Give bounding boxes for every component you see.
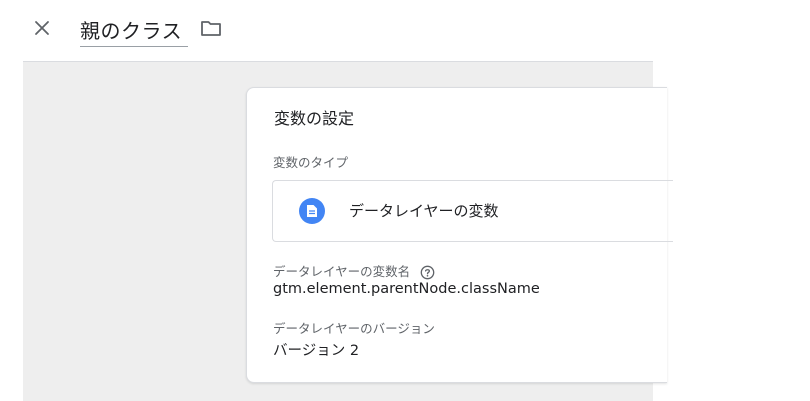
dlv-version-value: バージョン 2 [273,343,360,359]
dlv-version-label: データレイヤーのバージョン [273,321,435,336]
folder-button[interactable] [198,15,224,41]
dlv-name-value: gtm.element.parentNode.className [273,281,540,297]
dlv-name-label: データレイヤーの変数名 [273,261,435,280]
variable-type-label: 変数のタイプ [273,155,349,170]
help-icon[interactable] [420,265,435,280]
variable-type-name: データレイヤーの変数 [349,202,499,220]
close-icon [35,21,49,35]
folder-icon [201,21,221,36]
dlv-name-label-text: データレイヤーの変数名 [273,264,411,279]
card-title: 変数の設定 [274,109,355,128]
editor-header: 親のクラス [0,0,810,60]
variable-title[interactable]: 親のクラス [80,15,182,44]
document-icon [299,198,325,224]
variable-name-field[interactable]: 親のクラス [80,12,189,47]
variable-config-card[interactable]: 変数の設定 変数のタイプ データレイヤーの変数 データレイヤーの変数名 gtm.… [246,87,673,383]
variable-type-selector[interactable]: データレイヤーの変数 [272,180,673,242]
close-button[interactable] [28,14,56,42]
